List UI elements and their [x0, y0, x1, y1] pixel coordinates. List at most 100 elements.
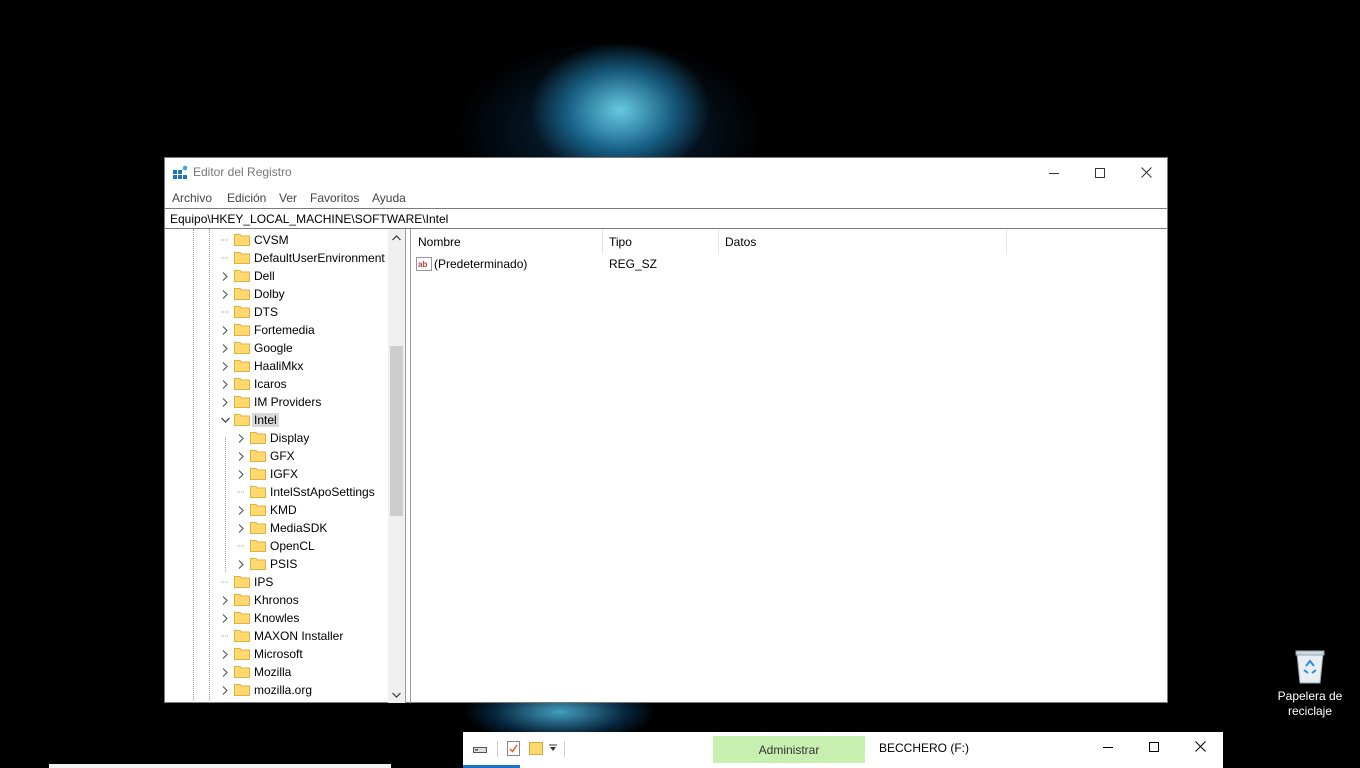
- minimize-button[interactable]: [1031, 158, 1077, 187]
- column-divider[interactable]: [602, 229, 603, 254]
- chevron-right-icon[interactable]: [235, 465, 247, 483]
- tree-node[interactable]: mozilla.org: [165, 681, 387, 699]
- chevron-right-icon[interactable]: [219, 681, 231, 699]
- chevron-right-icon[interactable]: [219, 393, 231, 411]
- scroll-down-button[interactable]: [388, 686, 405, 703]
- close-button[interactable]: [1123, 158, 1169, 187]
- tree-node[interactable]: CVSM: [165, 231, 387, 249]
- explorer-maximize-button[interactable]: [1131, 732, 1177, 761]
- tree-node[interactable]: Dolby: [165, 285, 387, 303]
- tree-node[interactable]: HaaliMkx: [165, 357, 387, 375]
- toolbar-divider: [497, 741, 498, 757]
- tree-node-label: CVSM: [254, 233, 289, 247]
- chevron-right-icon[interactable]: [219, 267, 231, 285]
- value-row[interactable]: ab (Predeterminado) REG_SZ: [411, 255, 1167, 273]
- menu-archivo[interactable]: Archivo: [172, 191, 212, 205]
- column-header-data[interactable]: Datos: [725, 235, 756, 249]
- menu-favoritos[interactable]: Favoritos: [310, 191, 359, 205]
- menu-edicion[interactable]: Edición: [227, 191, 266, 205]
- value-type: REG_SZ: [609, 257, 658, 271]
- values-pane[interactable]: Nombre Tipo Datos ab (Predeterminado) RE…: [410, 229, 1167, 703]
- tree-node[interactable]: GFX: [165, 447, 387, 465]
- tree-node[interactable]: IGFX: [165, 465, 387, 483]
- tree-node-label: DTS: [254, 305, 278, 319]
- folder-icon: [250, 450, 266, 462]
- chevron-right-icon[interactable]: [219, 663, 231, 681]
- chevron-right-icon[interactable]: [219, 609, 231, 627]
- menu-ver[interactable]: Ver: [279, 191, 297, 205]
- manage-context-tab[interactable]: Administrar: [713, 736, 865, 763]
- maximize-button[interactable]: [1077, 158, 1123, 187]
- explorer-minimize-button[interactable]: [1085, 732, 1131, 761]
- tree-node[interactable]: IntelSstApoSettings: [165, 483, 387, 501]
- tree-node[interactable]: Knowles: [165, 609, 387, 627]
- chevron-right-icon[interactable]: [219, 285, 231, 303]
- folder-icon: [234, 306, 250, 318]
- chevron-right-icon[interactable]: [219, 591, 231, 609]
- maximize-icon: [1095, 167, 1105, 178]
- chevron-right-icon[interactable]: [219, 339, 231, 357]
- tree-node[interactable]: Mozilla: [165, 663, 387, 681]
- tree-node[interactable]: Intel: [165, 411, 387, 429]
- tree-node[interactable]: Dell: [165, 267, 387, 285]
- customize-toolbar-icon[interactable]: [549, 744, 557, 752]
- window-title: Editor del Registro: [193, 165, 292, 179]
- properties-icon[interactable]: [507, 741, 520, 756]
- string-value-icon: ab: [416, 257, 432, 271]
- tree-node-label: IPS: [254, 575, 274, 589]
- chevron-right-icon[interactable]: [219, 357, 231, 375]
- tree-node[interactable]: IM Providers: [165, 393, 387, 411]
- chevron-right-icon[interactable]: [235, 447, 247, 465]
- explorer-title: BECCHERO (F:): [879, 741, 969, 755]
- chevron-up-icon: [392, 234, 401, 240]
- tree-node[interactable]: Google: [165, 339, 387, 357]
- address-input[interactable]: [165, 209, 1167, 228]
- column-header-type[interactable]: Tipo: [609, 235, 632, 249]
- tree-node[interactable]: MAXON Installer: [165, 627, 387, 645]
- key-tree-pane[interactable]: CVSM DefaultUserEnvironment Dell Dolby DTS Fo…: [165, 229, 406, 703]
- chevron-right-icon[interactable]: [219, 321, 231, 339]
- scroll-thumb[interactable]: [390, 346, 403, 516]
- scroll-up-button[interactable]: [388, 229, 405, 246]
- chevron-down-icon[interactable]: [219, 411, 231, 429]
- tree-node[interactable]: Microsoft: [165, 645, 387, 663]
- tree-node-label: OpenCL: [270, 539, 315, 553]
- values-header: Nombre Tipo Datos: [411, 229, 1167, 254]
- chevron-right-icon[interactable]: [219, 645, 231, 663]
- tree-node[interactable]: OpenCL: [165, 537, 387, 555]
- explorer-close-button[interactable]: [1177, 732, 1223, 761]
- chevron-right-icon[interactable]: [235, 555, 247, 573]
- tree-node[interactable]: Display: [165, 429, 387, 447]
- tree-scrollbar[interactable]: [388, 229, 405, 703]
- chevron-right-icon[interactable]: [219, 375, 231, 393]
- tree-node[interactable]: PSIS: [165, 555, 387, 573]
- recycle-bin-shortcut[interactable]: Papelera de reciclaje: [1270, 648, 1350, 719]
- new-folder-icon[interactable]: [529, 741, 543, 755]
- address-bar: [165, 208, 1167, 229]
- minimize-icon: [1049, 172, 1059, 174]
- key-tree: CVSM DefaultUserEnvironment Dell Dolby DTS Fo…: [165, 229, 387, 703]
- recycle-bin-label: Papelera de reciclaje: [1277, 689, 1343, 718]
- chevron-right-icon[interactable]: [235, 429, 247, 447]
- tree-node[interactable]: MediaSDK: [165, 519, 387, 537]
- folder-icon: [250, 468, 266, 480]
- folder-icon: [250, 522, 266, 534]
- folder-icon: [250, 432, 266, 444]
- column-header-name[interactable]: Nombre: [418, 235, 461, 249]
- chevron-right-icon[interactable]: [235, 519, 247, 537]
- chevron-right-icon[interactable]: [235, 501, 247, 519]
- registry-editor-window: Editor del Registro Archivo Edición Ver …: [164, 157, 1168, 703]
- tree-node[interactable]: KMD: [165, 501, 387, 519]
- tree-node[interactable]: Khronos: [165, 591, 387, 609]
- tree-node[interactable]: Fortemedia: [165, 321, 387, 339]
- tree-node[interactable]: DTS: [165, 303, 387, 321]
- tree-node[interactable]: Icaros: [165, 375, 387, 393]
- title-bar[interactable]: Editor del Registro: [165, 158, 1167, 187]
- tree-node[interactable]: DefaultUserEnvironment: [165, 249, 387, 267]
- column-divider[interactable]: [1006, 229, 1007, 254]
- tree-node-label: IntelSstApoSettings: [270, 485, 375, 499]
- menu-ayuda[interactable]: Ayuda: [372, 191, 406, 205]
- column-divider[interactable]: [718, 229, 719, 254]
- tree-node-label: HaaliMkx: [254, 359, 304, 373]
- tree-node[interactable]: IPS: [165, 573, 387, 591]
